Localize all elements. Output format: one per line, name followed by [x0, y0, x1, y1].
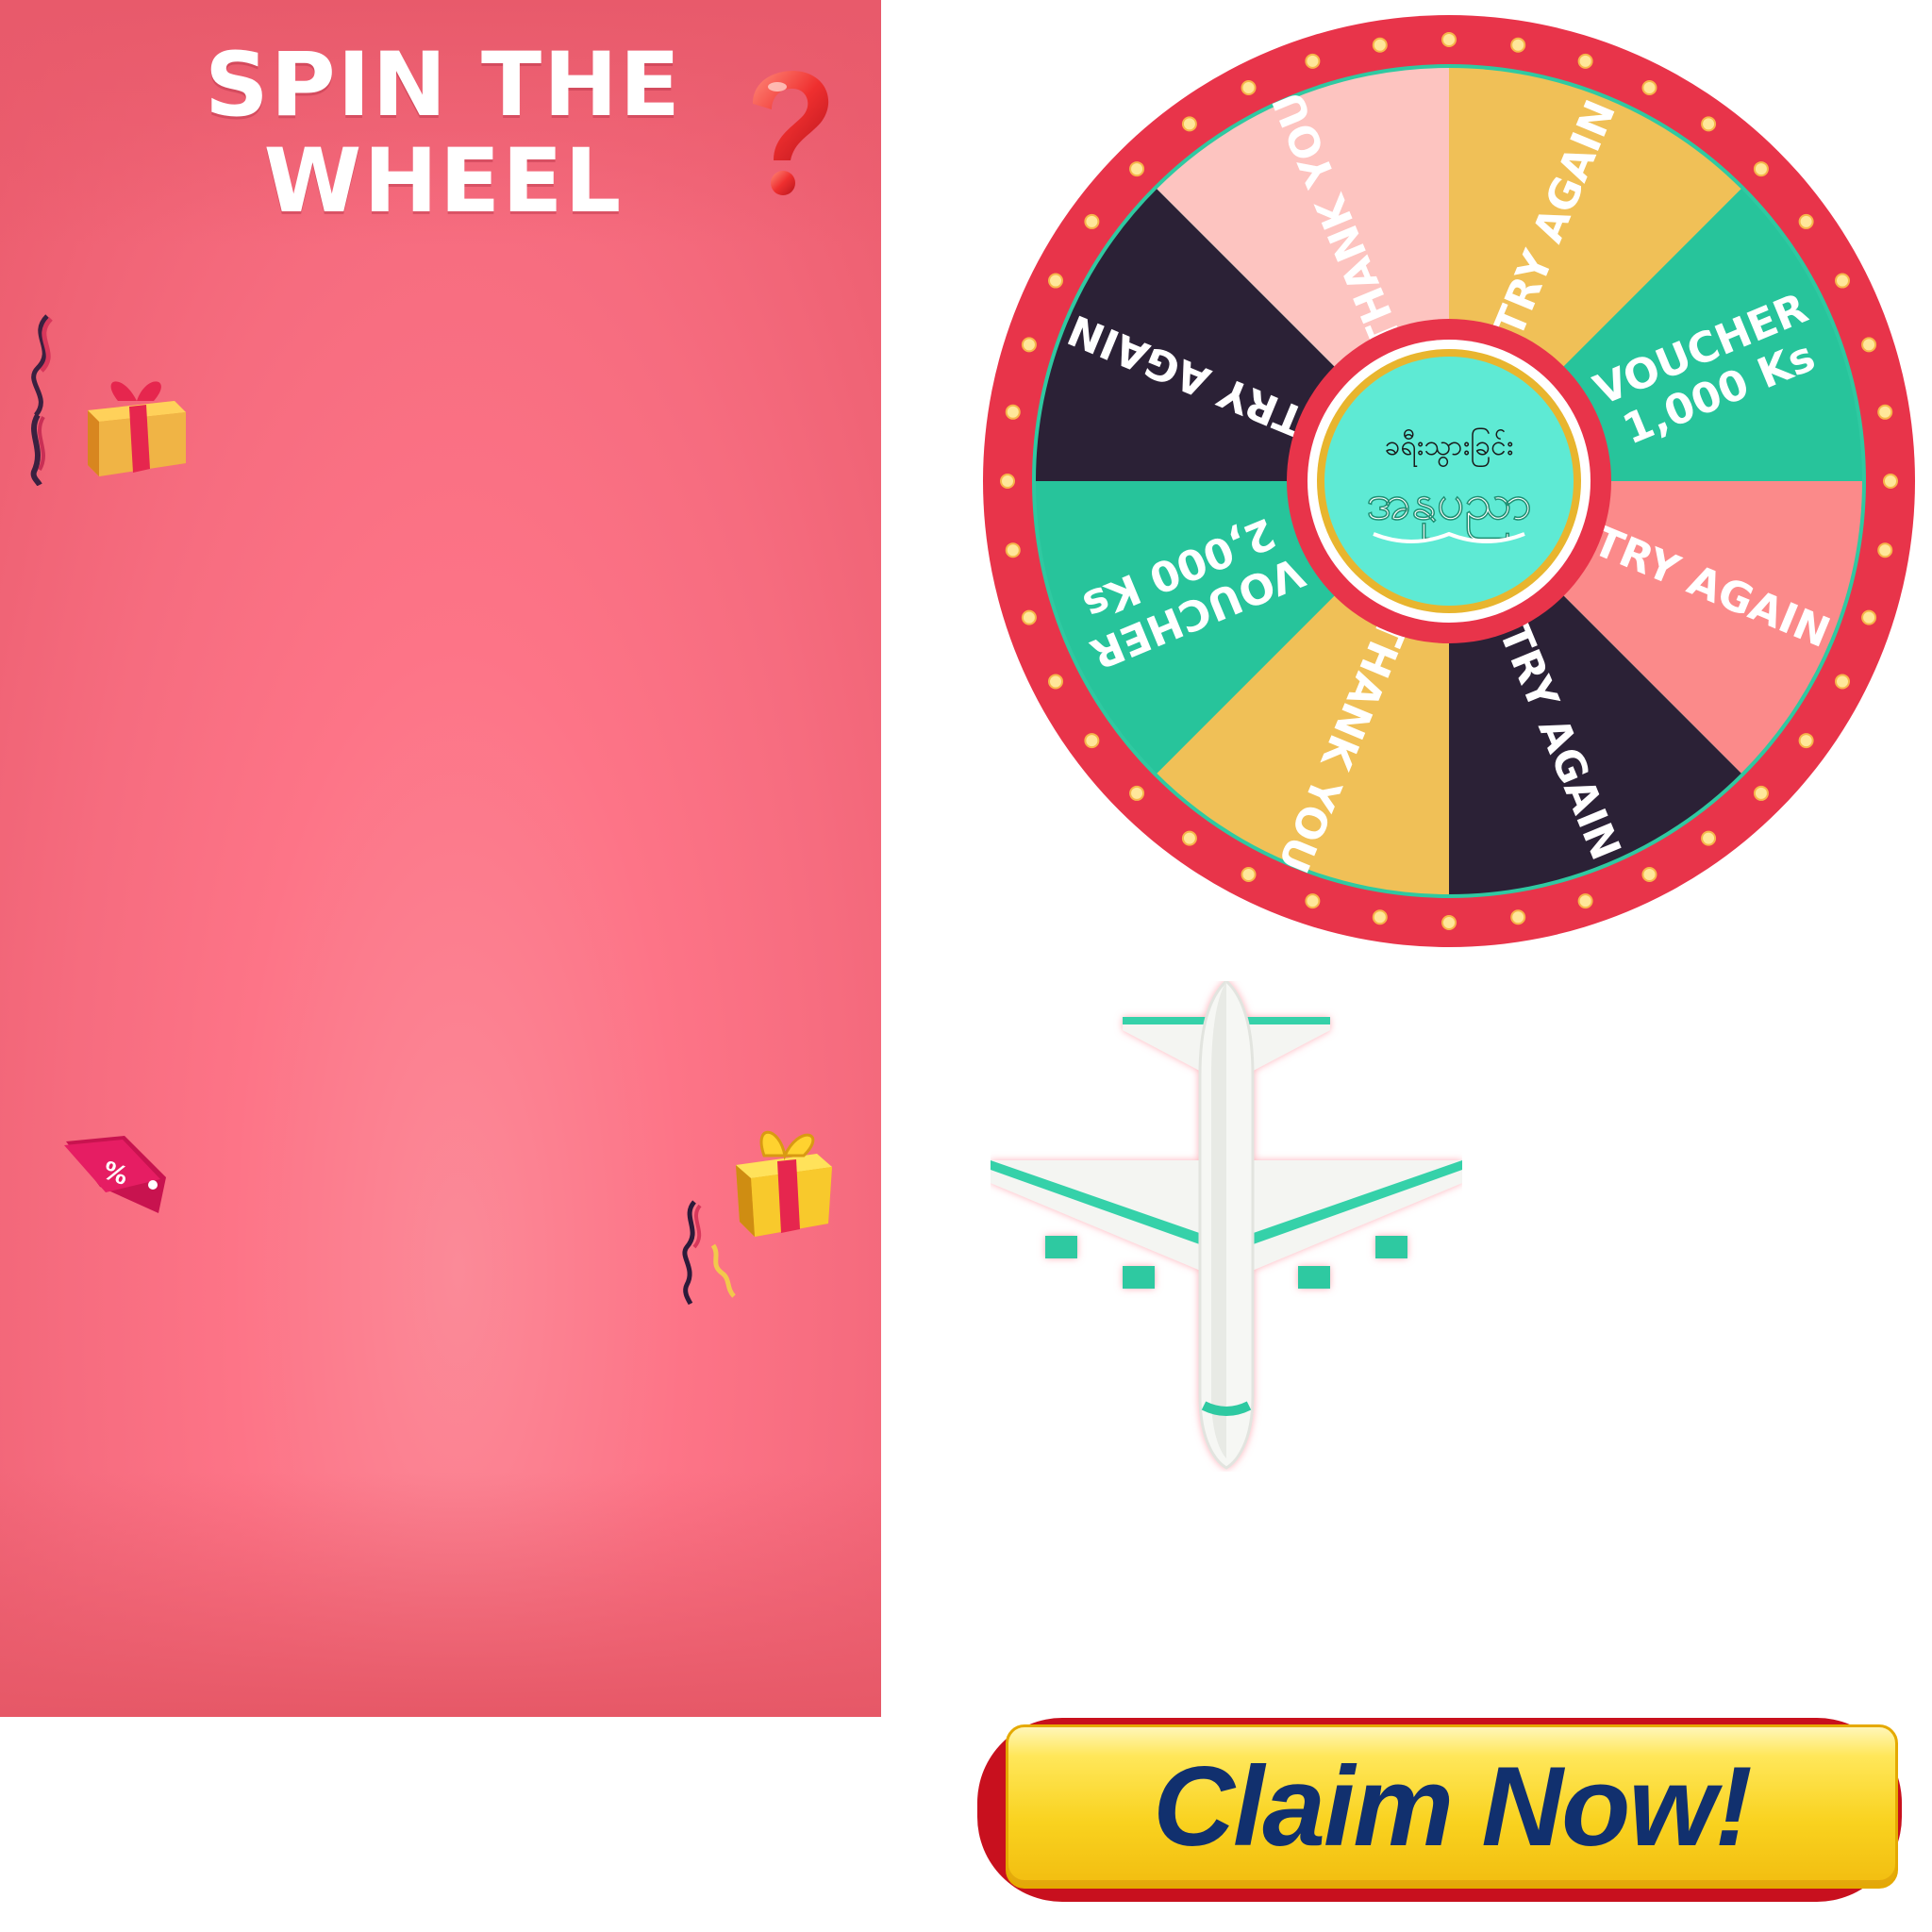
promo-panel: SPIN THE WHEEL % — [0, 0, 881, 1717]
airplane-icon — [991, 981, 1462, 1470]
wheel-bulb — [1241, 80, 1257, 96]
wheel-bulb — [1181, 830, 1197, 846]
wheel-bulb — [1834, 674, 1850, 690]
wheel-bulb — [1510, 37, 1526, 53]
wheel-bulb — [1753, 161, 1769, 177]
wheel-bulb — [1753, 785, 1769, 801]
prize-wheel-graphic: TRY AGAINVOUCHER1,000 KsTRY AGAINTRY AGA… — [983, 15, 1915, 947]
wheel-hub-line2: အနုပညာ — [1366, 475, 1532, 541]
wheel-bulb — [1510, 909, 1526, 925]
wheel-bulb — [1877, 542, 1893, 558]
promo-title-line1: SPIN THE — [205, 34, 682, 137]
wheel-bulb — [1129, 785, 1145, 801]
confetti-icon — [30, 314, 53, 486]
wheel-bulb — [1701, 116, 1717, 132]
wheel-bulb — [1798, 733, 1814, 749]
wheel-bulb — [1048, 674, 1064, 690]
question-mark-icon — [753, 71, 829, 195]
wheel-bulb — [1005, 404, 1021, 420]
claim-now-button[interactable]: Claim Now! — [977, 1704, 1902, 1902]
wheel-bulb — [1861, 337, 1877, 353]
prize-wheel[interactable]: TRY AGAIN VOUCHER1,000 Ks TRY AGAIN TRY AGA… — [977, 9, 1921, 953]
wheel-bulb — [1372, 37, 1388, 53]
promo-title-line2: WHEEL — [263, 130, 624, 233]
wheel-bulb — [1305, 893, 1321, 909]
wheel-bulb — [1005, 542, 1021, 558]
panel-shade-bottom — [0, 1472, 881, 1717]
wheel-bulb — [1798, 213, 1814, 229]
wheel-bulb — [1181, 116, 1197, 132]
wheel-hub-line1: ခရီးသွားခြင်း — [1385, 427, 1514, 468]
wheel-bulb — [1441, 915, 1457, 930]
wheel-bulb — [1701, 830, 1717, 846]
wheel-bulb — [1641, 80, 1657, 96]
claim-button-label: Claim Now! — [1153, 1743, 1752, 1870]
wheel-bulb — [1577, 53, 1593, 69]
wheel-bulb — [1441, 32, 1457, 47]
confetti-icon — [682, 1200, 736, 1306]
wheel-bulb — [1021, 609, 1037, 625]
wheel-bulb — [1305, 53, 1321, 69]
wheel-bulb — [1084, 213, 1100, 229]
discount-tag-icon: % — [64, 1136, 166, 1213]
wheel-bulb — [1861, 609, 1877, 625]
wheel-bulb — [1000, 474, 1015, 489]
wheel-bulb — [1372, 909, 1388, 925]
gift-box-icon — [88, 381, 186, 476]
wheel-bulb — [1048, 273, 1064, 289]
wheel-bulb — [1877, 404, 1893, 420]
wheel-bulb — [1834, 273, 1850, 289]
promo-title: SPIN THE WHEEL — [179, 38, 708, 230]
wheel-bulb — [1129, 161, 1145, 177]
wheel-bulb — [1883, 474, 1898, 489]
wheel-bulb — [1241, 866, 1257, 882]
wheel-bulb — [1641, 866, 1657, 882]
wheel-bulb — [1084, 733, 1100, 749]
wheel-bulb — [1577, 893, 1593, 909]
wheel-bulb — [1021, 337, 1037, 353]
